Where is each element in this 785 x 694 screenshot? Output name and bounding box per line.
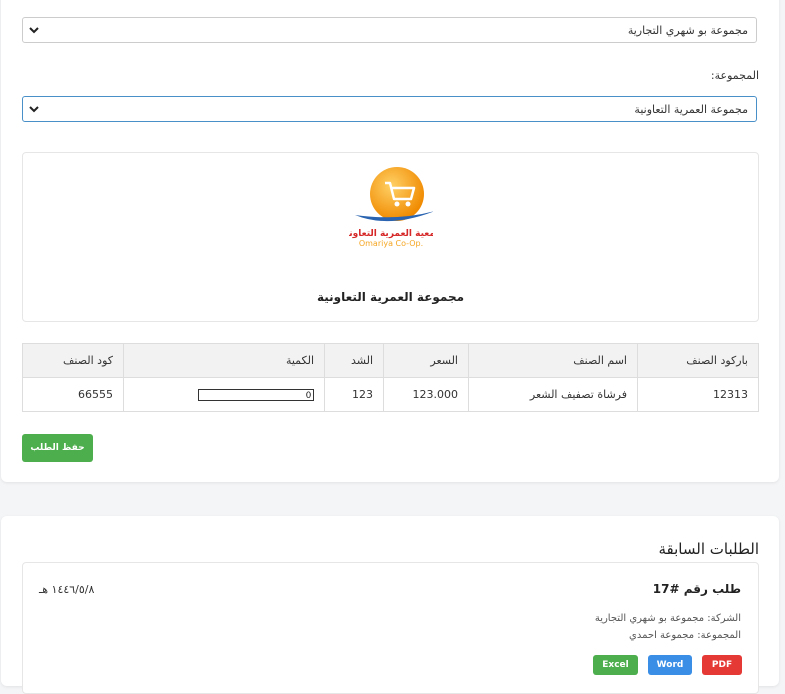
previous-orders-title: الطلبات السابقة	[658, 540, 760, 558]
col-qty: الكمية	[123, 343, 325, 378]
group-select-value: مجموعة العمرية التعاونية	[634, 103, 748, 116]
cell-code: 66555	[22, 377, 124, 412]
export-word-button[interactable]: Word	[648, 655, 692, 675]
export-pdf-button[interactable]: PDF	[702, 655, 742, 675]
cell-name: فرشاة تصفيف الشعر	[468, 377, 638, 412]
order-company: الشركة: مجموعة بو شهري التجارية	[594, 613, 741, 624]
table-row: 12313 فرشاة تصفيف الشعر 123.000 123 6655…	[22, 377, 759, 412]
coop-logo: جمعية العمرية التعاونية Omariya Co-Op.	[349, 167, 433, 248]
cell-pack: 123	[324, 377, 384, 412]
chevron-down-icon	[29, 27, 39, 34]
save-order-button[interactable]: حفظ الطلب	[22, 434, 93, 462]
group-logo-panel: جمعية العمرية التعاونية Omariya Co-Op. م…	[22, 152, 759, 322]
order-group: المجموعة: مجموعة احمدي	[629, 630, 741, 641]
group-select[interactable]: مجموعة العمرية التعاونية	[22, 96, 757, 122]
export-excel-button[interactable]: Excel	[593, 655, 638, 675]
order-date: ١٤٤٦/٥/٨ هـ	[39, 583, 95, 596]
quantity-input[interactable]	[198, 389, 314, 401]
chevron-down-icon	[29, 106, 39, 113]
col-barcode: باركود الصنف	[637, 343, 759, 378]
cell-qty	[123, 377, 325, 412]
order-number: طلب رقم #17	[652, 582, 741, 596]
cell-price: 123.000	[383, 377, 469, 412]
group-name-caption: مجموعة العمرية التعاونية	[316, 290, 465, 304]
logo-english-text: Omariya Co-Op.	[359, 239, 423, 248]
col-code: كود الصنف	[22, 343, 124, 378]
table-header-row: باركود الصنف اسم الصنف السعر الشد الكمية…	[22, 343, 759, 378]
order-card: طلب رقم #17 ١٤٤٦/٥/٨ هـ الشركة: مجموعة ب…	[22, 562, 759, 694]
items-table: باركود الصنف اسم الصنف السعر الشد الكمية…	[22, 343, 759, 412]
col-price: السعر	[383, 343, 469, 378]
col-pack: الشد	[324, 343, 384, 378]
group-label: المجموعة:	[710, 69, 759, 82]
cell-barcode: 12313	[637, 377, 759, 412]
col-name: اسم الصنف	[468, 343, 638, 378]
company-select[interactable]: مجموعة بو شهري التجارية	[22, 17, 757, 43]
company-select-value: مجموعة بو شهري التجارية	[627, 24, 748, 37]
logo-arabic-text: جمعية العمرية التعاونية	[349, 229, 433, 239]
